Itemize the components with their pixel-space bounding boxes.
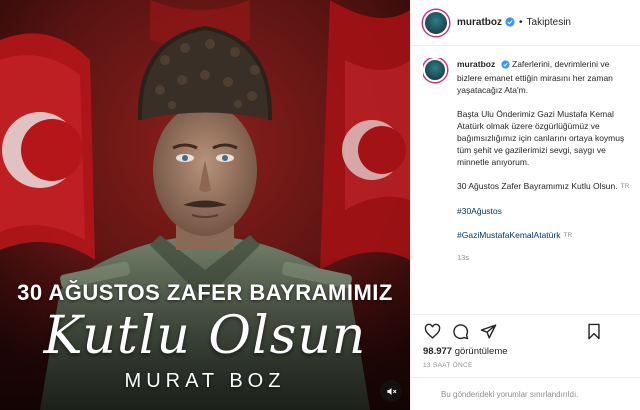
post-timestamp: 13 SAAT ÖNCE: [423, 362, 473, 369]
bookmark-icon: [588, 323, 600, 340]
header-username[interactable]: muratboz: [457, 17, 502, 28]
following-status[interactable]: Takiptesin: [527, 17, 571, 28]
heart-icon: [424, 323, 440, 339]
save-button[interactable]: [585, 323, 603, 341]
hashtag-link-30-agustos[interactable]: #30Ağustos: [457, 206, 502, 216]
poster-script-title: Kutlu Olsun: [43, 306, 367, 366]
poster-signature: MURAT BOZ: [124, 370, 286, 392]
hashtag-link-ataturk[interactable]: #GaziMustafaKemalAtatürk: [457, 230, 560, 240]
caption-area: muratboz Zaferlerini, devrimlerini ve bi…: [423, 58, 635, 314]
verified-icon: [501, 60, 510, 72]
post-side-panel: muratboz • Takiptesin muratboz Zaferleri…: [410, 0, 640, 410]
comments-restricted-notice: Bu gönderideki yorumlar sınırlandırıldı.: [411, 377, 640, 410]
like-button[interactable]: [423, 323, 441, 341]
mute-icon: [386, 387, 396, 395]
share-icon: [480, 324, 496, 339]
share-button[interactable]: [479, 323, 497, 341]
separator-dot: •: [519, 17, 523, 28]
avatar[interactable]: [423, 9, 449, 36]
poster-headline: 30 AĞUSTOS ZAFER BAYRAMIMIZ: [17, 280, 393, 305]
views-number: 98.977: [423, 346, 453, 357]
mute-button[interactable]: [380, 380, 402, 402]
comment-button[interactable]: [451, 323, 469, 341]
views-label: görüntüleme: [454, 346, 508, 357]
action-bar: [411, 314, 640, 348]
view-count: 98.977 görüntüleme: [423, 346, 508, 357]
translate-tag[interactable]: TR: [621, 183, 630, 190]
caption-avatar[interactable]: [423, 58, 447, 82]
caption-paragraph-3: 30 Ağustos Zafer Bayramımız Kutlu Olsun.: [457, 181, 618, 191]
caption-username[interactable]: muratboz: [457, 59, 495, 69]
caption-time: 13s: [457, 253, 470, 262]
translate-tag[interactable]: TR: [563, 232, 572, 239]
comment-icon: [452, 324, 468, 340]
caption-paragraph-2: Başta Ulu Önderimiz Gazi Mustafa Kemal A…: [457, 109, 625, 167]
post-media[interactable]: 30 AĞUSTOS ZAFER BAYRAMIMIZ Kutlu Olsun …: [0, 0, 410, 410]
post-header: muratboz • Takiptesin: [411, 0, 640, 46]
verified-icon: [505, 14, 515, 32]
